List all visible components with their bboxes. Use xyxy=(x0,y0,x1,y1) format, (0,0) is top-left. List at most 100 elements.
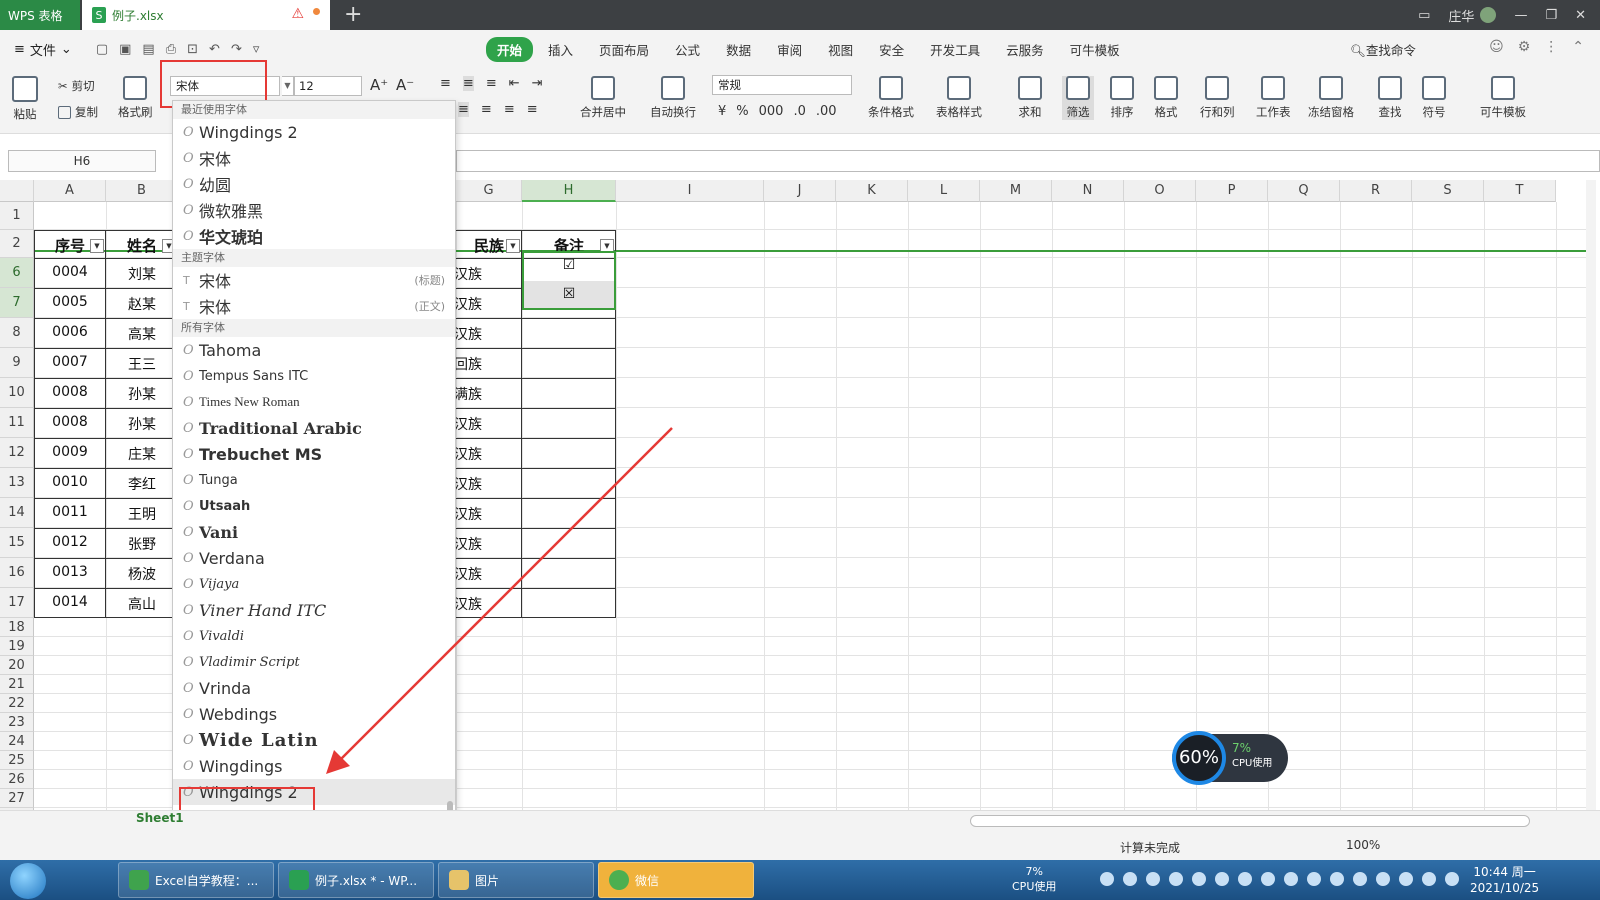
sort-button[interactable]: 排序 xyxy=(1110,76,1134,120)
tray-icon[interactable] xyxy=(1238,872,1252,886)
table-cell-b[interactable]: 孙某 xyxy=(106,384,178,404)
close-icon[interactable]: ✕ xyxy=(1575,8,1586,23)
tab-view[interactable]: 视图 xyxy=(817,37,864,62)
font-item[interactable]: O Verdana xyxy=(173,545,455,571)
row-header-6[interactable]: 6 xyxy=(0,258,34,288)
table-cell-g[interactable]: 汉族 xyxy=(454,474,520,494)
minimize-icon[interactable]: — xyxy=(1514,8,1527,23)
table-cell-a[interactable]: 0005 xyxy=(34,294,106,310)
font-item[interactable]: O Wide Latin xyxy=(173,727,455,753)
tray-icon[interactable] xyxy=(1123,872,1137,886)
table-cell-b[interactable]: 王三 xyxy=(106,354,178,374)
zoom-level[interactable]: 100% xyxy=(1346,838,1380,852)
font-item[interactable]: O 华文琥珀 xyxy=(173,223,455,249)
table-cell-b[interactable]: 刘某 xyxy=(106,264,178,284)
table-cell-b[interactable]: 孙某 xyxy=(106,414,178,434)
decimal-decrease-icon[interactable]: .00 xyxy=(816,104,837,119)
feedback-icon[interactable]: ☺ xyxy=(1489,39,1504,55)
find-button[interactable]: 查找 xyxy=(1378,76,1402,120)
table-cell-a[interactable]: 0011 xyxy=(34,504,106,520)
table-cell-g[interactable]: 汉族 xyxy=(454,504,520,524)
layout-icon[interactable]: ▭ xyxy=(1418,8,1430,23)
symbol-button[interactable]: 符号 xyxy=(1422,76,1446,120)
font-dropdown-toggle[interactable]: ▼ xyxy=(282,76,294,96)
format-button[interactable]: 格式 xyxy=(1154,76,1178,120)
indent-increase-icon[interactable]: ⇥ xyxy=(532,76,543,91)
tray-cpu-meter[interactable]: 7% CPU使用 xyxy=(1012,864,1056,894)
row-header-12[interactable]: 12 xyxy=(0,438,34,468)
filter-button[interactable]: 筛选 xyxy=(1062,76,1094,120)
print-preview-icon[interactable]: ⊡ xyxy=(187,42,198,57)
table-cell-b[interactable]: 高某 xyxy=(106,324,178,344)
row-header-9[interactable]: 9 xyxy=(0,348,34,378)
table-cell-a[interactable]: 0010 xyxy=(34,474,106,490)
font-item[interactable]: O Vladimir Script xyxy=(173,649,455,675)
table-cell-a[interactable]: 0013 xyxy=(34,564,106,580)
customize-icon[interactable]: ▿ xyxy=(253,42,260,57)
file-tab[interactable]: S 例子.xlsx ⚠ xyxy=(82,0,330,30)
cut-button[interactable]: ✂ 剪切 xyxy=(58,78,95,94)
tray-icon[interactable] xyxy=(1261,872,1275,886)
table-cell-a[interactable]: 0008 xyxy=(34,384,106,400)
row-header-26[interactable]: 26 xyxy=(0,770,34,789)
table-cell-a[interactable]: 0014 xyxy=(34,594,106,610)
tab-formulas[interactable]: 公式 xyxy=(664,37,711,62)
font-item[interactable]: O Times New Roman xyxy=(173,389,455,415)
vertical-scrollbar[interactable] xyxy=(1586,180,1596,810)
align-right-icon[interactable]: ≡ xyxy=(504,102,515,117)
tab-data[interactable]: 数据 xyxy=(715,37,762,62)
tray-icon[interactable] xyxy=(1100,872,1114,886)
col-header-p[interactable]: P xyxy=(1196,180,1268,202)
tab-template[interactable]: 可牛模板 xyxy=(1059,37,1131,62)
indent-decrease-icon[interactable]: ⇤ xyxy=(509,76,520,91)
name-box[interactable]: H6 xyxy=(8,150,156,172)
font-item[interactable]: O Viner Hand ITC xyxy=(173,597,455,623)
tray-icon[interactable] xyxy=(1284,872,1298,886)
table-cell-a[interactable]: 0009 xyxy=(34,444,106,460)
filter-dropdown-icon[interactable]: ▼ xyxy=(506,239,520,253)
select-all-corner[interactable] xyxy=(0,180,34,202)
table-cell-b[interactable]: 王明 xyxy=(106,504,178,524)
table-cell-a[interactable]: 0012 xyxy=(34,534,106,550)
row-header-1[interactable]: 1 xyxy=(0,202,34,230)
row-header-16[interactable]: 16 xyxy=(0,558,34,588)
font-size-input[interactable]: 12 xyxy=(294,76,362,96)
gear-icon[interactable]: ⚙ xyxy=(1518,39,1531,55)
currency-icon[interactable]: ¥ xyxy=(718,104,726,119)
tray-icon[interactable] xyxy=(1376,872,1390,886)
font-item[interactable]: O Vijaya xyxy=(173,571,455,597)
col-header-l[interactable]: L xyxy=(908,180,980,202)
font-item[interactable]: O Wingdings xyxy=(173,753,455,779)
align-top-icon[interactable]: ≡ xyxy=(440,76,451,91)
row-header-27[interactable]: 27 xyxy=(0,789,34,808)
font-item[interactable]: O Wingdings 2 xyxy=(173,119,455,145)
col-header-t[interactable]: T xyxy=(1484,180,1556,202)
font-item[interactable]: O Utsaah xyxy=(173,493,455,519)
cell-h6[interactable]: ☑ xyxy=(522,257,616,273)
row-header-13[interactable]: 13 xyxy=(0,468,34,498)
user-account[interactable]: 庄华 xyxy=(1448,6,1497,25)
system-clock[interactable]: 10:44 周一 2021/10/25 xyxy=(1470,864,1539,896)
col-header-m[interactable]: M xyxy=(980,180,1052,202)
print-icon[interactable]: ⎙ xyxy=(166,42,176,57)
template-button[interactable]: 可牛模板 xyxy=(1480,76,1526,120)
align-left-icon[interactable]: ≡ xyxy=(458,102,469,117)
row-header-17[interactable]: 17 xyxy=(0,588,34,618)
sheet-tab[interactable]: Sheet1 xyxy=(136,811,184,825)
font-item[interactable]: O 幼圆 xyxy=(173,171,455,197)
font-item[interactable]: O Tempus Sans ITC xyxy=(173,363,455,389)
filter-dropdown-icon[interactable]: ▼ xyxy=(90,239,104,253)
font-item[interactable]: O 微软雅黑 xyxy=(173,197,455,223)
horizontal-scrollbar[interactable] xyxy=(970,815,1530,827)
new-tab-button[interactable]: + xyxy=(344,2,362,27)
tab-review[interactable]: 审阅 xyxy=(766,37,813,62)
theme-font-item[interactable]: T 宋体 (正文) xyxy=(173,293,455,319)
redo-icon[interactable]: ↷ xyxy=(231,42,242,57)
col-header-a[interactable]: A xyxy=(34,180,106,202)
font-item[interactable]: O Tunga xyxy=(173,467,455,493)
taskbar-item-pictures[interactable]: 图片 xyxy=(438,862,594,898)
row-col-button[interactable]: 行和列 xyxy=(1200,76,1235,120)
col-header-r[interactable]: R xyxy=(1340,180,1412,202)
row-header-8[interactable]: 8 xyxy=(0,318,34,348)
table-cell-g[interactable]: 汉族 xyxy=(454,444,520,464)
